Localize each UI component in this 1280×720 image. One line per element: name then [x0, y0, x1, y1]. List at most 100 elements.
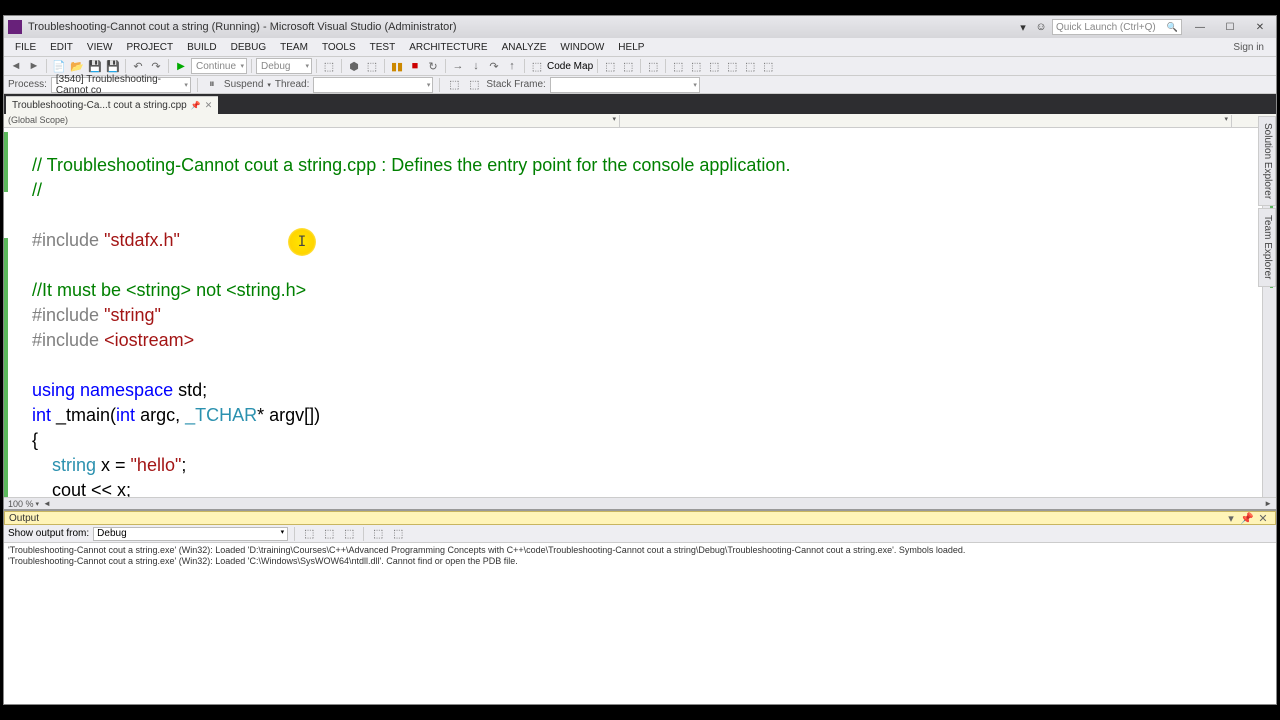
cursor-highlight-icon: I [288, 228, 316, 256]
output-pin-icon[interactable]: 📌 [1239, 510, 1255, 526]
output-body[interactable]: 'Troubleshooting-Cannot cout a string.ex… [4, 543, 1276, 704]
continue-dropdown[interactable]: Continue [191, 58, 247, 74]
editor-tab[interactable]: Troubleshooting-Ca...t cout a string.cpp… [6, 96, 218, 114]
maximize-button[interactable]: ☐ [1218, 20, 1242, 34]
tb-btn-10[interactable]: ⬚ [742, 58, 758, 74]
redo-button[interactable]: ↷ [148, 58, 164, 74]
undo-button[interactable]: ↶ [130, 58, 146, 74]
quick-launch-input[interactable]: Quick Launch (Ctrl+Q) 🔍 [1052, 19, 1182, 35]
pin-icon[interactable]: 📌 [191, 101, 201, 110]
process-dropdown[interactable]: [3540] Troubleshooting-Cannot co [51, 77, 191, 93]
suspend-label[interactable]: Suspend [224, 79, 263, 90]
hscroll-right-icon[interactable]: ► [1264, 499, 1272, 508]
open-button[interactable]: 📂 [69, 58, 85, 74]
code-token: #include [32, 230, 104, 250]
tb2-btn-1[interactable]: ⬚ [446, 77, 462, 93]
change-bar [4, 238, 8, 497]
scope-dropdown-right[interactable] [620, 115, 1232, 127]
suspend-icon[interactable]: ⏸ [204, 77, 220, 93]
tb-btn-7[interactable]: ⬚ [688, 58, 704, 74]
output-dropdown-icon[interactable]: ▾ [1223, 510, 1239, 526]
step-into-button[interactable]: ↓ [468, 58, 484, 74]
menu-edit[interactable]: EDIT [43, 40, 80, 55]
feedback-icon[interactable]: ☺ [1034, 20, 1048, 34]
solution-explorer-tab[interactable]: Solution Explorer [1258, 116, 1276, 206]
tb-btn-4[interactable]: ⬚ [620, 58, 636, 74]
menu-test[interactable]: TEST [363, 40, 403, 55]
scope-label: (Global Scope) [8, 115, 68, 125]
tb2-btn-2[interactable]: ⬚ [466, 77, 482, 93]
code-editor[interactable]: // Troubleshooting-Cannot cout a string.… [4, 128, 1276, 497]
menu-debug[interactable]: DEBUG [224, 40, 274, 55]
code-body[interactable]: // Troubleshooting-Cannot cout a string.… [26, 128, 1276, 497]
debug-toolbar: Process: [3540] Troubleshooting-Cannot c… [4, 76, 1276, 94]
code-gutter [4, 128, 26, 497]
output-title-label: Output [9, 513, 39, 524]
stackframe-dropdown[interactable] [550, 77, 700, 93]
code-token: int [116, 405, 135, 425]
tb-btn-hex[interactable]: ⬢ [346, 58, 362, 74]
minimize-button[interactable]: — [1188, 20, 1212, 34]
config-dropdown[interactable]: Debug [256, 58, 312, 74]
menu-window[interactable]: WINDOW [553, 40, 611, 55]
output-tb-4[interactable]: ⬚ [370, 526, 386, 542]
code-token: #include [32, 330, 104, 350]
main-toolbar: ◄ ► 📄 📂 💾 💾 ↶ ↷ ▶ Continue Debug ⬚ ⬢ ⬚ ▮… [4, 56, 1276, 76]
tab-close-icon[interactable]: ✕ [205, 100, 213, 111]
sign-in-link[interactable]: Sign in [1233, 42, 1272, 53]
code-line: // Troubleshooting-Cannot cout a string.… [32, 155, 790, 175]
stop-button[interactable]: ■ [407, 58, 423, 74]
output-tb-3[interactable]: ⬚ [341, 526, 357, 542]
save-button[interactable]: 💾 [87, 58, 103, 74]
output-tb-1[interactable]: ⬚ [301, 526, 317, 542]
nav-fwd-button[interactable]: ► [26, 58, 42, 74]
code-token: _tmain( [51, 405, 116, 425]
close-button[interactable]: ✕ [1248, 20, 1272, 34]
nav-back-button[interactable]: ◄ [8, 58, 24, 74]
step-next-button[interactable]: → [450, 58, 466, 74]
tb-btn-11[interactable]: ⬚ [760, 58, 776, 74]
tb-btn-3[interactable]: ⬚ [602, 58, 618, 74]
team-explorer-tab[interactable]: Team Explorer [1258, 208, 1276, 286]
tb-btn-6[interactable]: ⬚ [670, 58, 686, 74]
output-close-icon[interactable]: ✕ [1255, 510, 1271, 526]
continue-icon[interactable]: ▶ [173, 58, 189, 74]
output-tb-2[interactable]: ⬚ [321, 526, 337, 542]
menu-build[interactable]: BUILD [180, 40, 223, 55]
new-button[interactable]: 📄 [51, 58, 67, 74]
menu-view[interactable]: VIEW [80, 40, 120, 55]
tb-btn-2[interactable]: ⬚ [364, 58, 380, 74]
code-token: <iostream> [104, 330, 194, 350]
hscroll-left-icon[interactable]: ◄ [43, 499, 51, 508]
menu-architecture[interactable]: ARCHITECTURE [402, 40, 494, 55]
codemap-label[interactable]: Code Map [547, 61, 593, 72]
menu-analyze[interactable]: ANALYZE [495, 40, 554, 55]
code-token: x = [96, 455, 131, 475]
output-from-dropdown[interactable]: Debug [93, 527, 288, 541]
notification-icon[interactable]: ▾ [1016, 20, 1030, 34]
tb-btn-9[interactable]: ⬚ [724, 58, 740, 74]
side-tabs: Solution Explorer Team Explorer [1258, 116, 1276, 289]
tb-btn-5[interactable]: ⬚ [645, 58, 661, 74]
codemap-icon[interactable]: ⬚ [529, 58, 545, 74]
restart-button[interactable]: ↻ [425, 58, 441, 74]
zoom-value[interactable]: 100 % [8, 499, 34, 509]
menu-file[interactable]: FILE [8, 40, 43, 55]
tb-btn-8[interactable]: ⬚ [706, 58, 722, 74]
process-label: Process: [8, 79, 47, 90]
output-tb-5[interactable]: ⬚ [390, 526, 406, 542]
menu-team[interactable]: TEAM [273, 40, 315, 55]
vs-logo-icon [8, 20, 22, 34]
tb-btn-1[interactable]: ⬚ [321, 58, 337, 74]
thread-dropdown[interactable] [313, 77, 433, 93]
menu-tools[interactable]: TOOLS [315, 40, 363, 55]
pause-button[interactable]: ▮▮ [389, 58, 405, 74]
step-out-button[interactable]: ↑ [504, 58, 520, 74]
menu-help[interactable]: HELP [611, 40, 651, 55]
menu-project[interactable]: PROJECT [119, 40, 180, 55]
save-all-button[interactable]: 💾 [105, 58, 121, 74]
scope-dropdown-left[interactable]: (Global Scope) [8, 115, 620, 127]
output-from-label: Show output from: [8, 528, 89, 539]
step-over-button[interactable]: ↷ [486, 58, 502, 74]
code-token: namespace [75, 380, 173, 400]
